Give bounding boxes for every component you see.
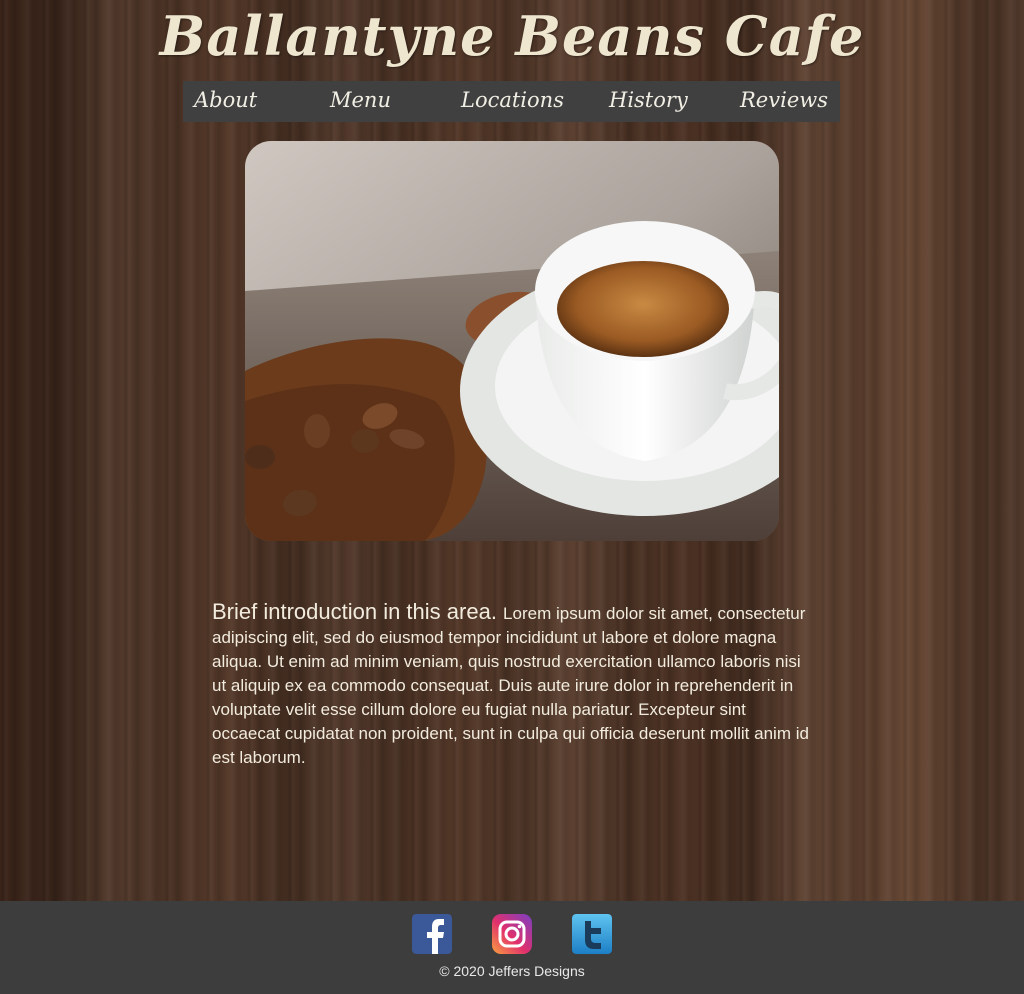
nav-menu-link[interactable]: Menu bbox=[330, 88, 391, 112]
main-nav: About Menu Locations History Reviews bbox=[183, 81, 840, 122]
nav-reviews-link[interactable]: Reviews bbox=[740, 88, 828, 112]
site-footer: © 2020 Jeffers Designs bbox=[0, 901, 1024, 994]
nav-history-link[interactable]: History bbox=[609, 88, 688, 112]
intro-lead: Brief introduction in this area. bbox=[212, 599, 504, 624]
site-title: Ballantyne Beans Cafe bbox=[159, 4, 865, 68]
intro-paragraph: Brief introduction in this area. Lorem i… bbox=[212, 600, 818, 770]
twitter-icon[interactable] bbox=[572, 914, 612, 954]
copyright-text: © 2020 Jeffers Designs bbox=[439, 963, 585, 979]
nav-about-link[interactable]: About bbox=[194, 88, 257, 112]
espresso-cup-image bbox=[245, 141, 779, 541]
intro-body: Lorem ipsum dolor sit amet, consectetur … bbox=[212, 604, 809, 767]
facebook-icon[interactable] bbox=[412, 914, 452, 954]
nav-locations-link[interactable]: Locations bbox=[461, 88, 564, 112]
instagram-icon[interactable] bbox=[492, 914, 532, 954]
hero-image bbox=[245, 141, 779, 541]
